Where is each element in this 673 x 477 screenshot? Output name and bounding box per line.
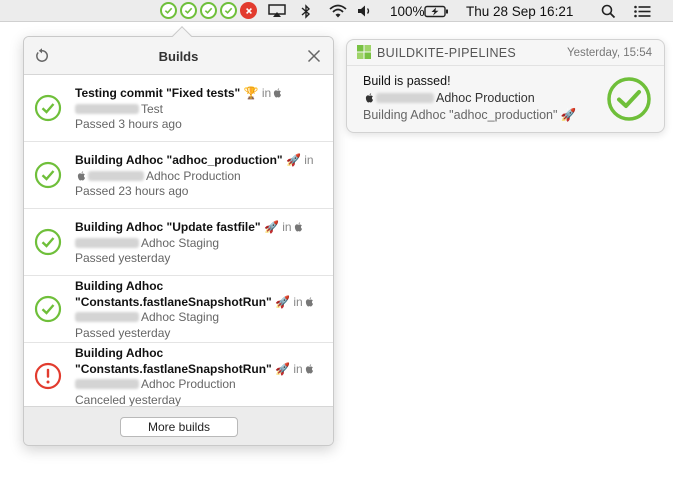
build-row[interactable]: Building Adhoc "Update fastfile" 🚀 in Ad… [24,209,333,276]
passed-check-icon [607,77,651,121]
build-in: in [261,86,272,100]
notification-pipeline: Adhoc Production [436,91,535,105]
notification-header: BUILDKITE-PIPELINES Yesterday, 15:54 [347,40,664,66]
check-icon[interactable] [200,2,217,19]
passed-icon [34,228,62,256]
battery-charging-icon[interactable] [424,3,449,19]
popover-header: Builds [24,37,333,75]
notification-message-line: Building Adhoc "adhoc_production" 🚀 [363,108,577,123]
notification-emoji: 🚀 [560,108,577,122]
build-row[interactable]: Building Adhoc "Constants.fastlaneSnapsh… [24,343,333,408]
notification-app-name: BUILDKITE-PIPELINES [377,46,517,60]
menu-bar: 100% Thu 28 Sep 16:21 [0,0,673,22]
build-pipeline: Adhoc Staging [141,310,220,324]
notification-pipeline-line: Adhoc Production [363,91,535,105]
bluetooth-icon[interactable] [301,3,311,19]
build-in: in [293,361,303,376]
build-emoji: 🏆 [243,86,259,100]
build-notification[interactable]: BUILDKITE-PIPELINES Yesterday, 15:54 Bui… [346,39,665,133]
build-in: in [282,220,292,234]
menu-datetime[interactable]: Thu 28 Sep 16:21 [466,4,573,19]
check-icon[interactable] [220,2,237,19]
build-title: Testing commit "Fixed tests" [75,86,241,100]
check-icon[interactable] [160,2,177,19]
notification-center-icon[interactable] [634,3,651,19]
check-icon[interactable] [180,2,197,19]
build-title: Building Adhoc "Update fastfile" [75,220,261,234]
redacted-org [75,379,139,389]
build-when: Passed yesterday [75,251,171,265]
build-title: Building Adhoc "Constants.fastlaneSnapsh… [75,279,272,309]
canceled-icon [34,362,62,390]
build-pipeline: Adhoc Staging [141,235,220,250]
apple-icon [77,170,86,180]
apple-icon [274,88,282,98]
apple-icon [305,296,313,306]
close-icon[interactable] [305,47,323,65]
redacted-org [88,170,144,181]
more-builds-button[interactable]: More builds [120,417,238,437]
build-row[interactable]: Building Adhoc "adhoc_production" 🚀 in A… [24,142,333,209]
notification-title: Build is passed! [363,74,451,88]
notification-message: Building Adhoc "adhoc_production" [363,108,558,122]
build-pipeline: Adhoc Production [146,168,241,183]
build-when: Passed yesterday [75,325,171,340]
build-when: Passed 3 hours ago [75,117,182,131]
passed-icon [34,94,62,122]
popover-title: Builds [158,49,199,64]
spotlight-search-icon[interactable] [601,3,616,19]
buildkite-status-icons[interactable] [160,2,257,19]
volume-icon[interactable] [357,3,373,19]
battery-percent[interactable]: 100% [390,4,425,19]
build-row[interactable]: Building Adhoc "Constants.fastlaneSnapsh… [24,276,333,343]
build-emoji: 🚀 [263,220,279,234]
builds-popover: Builds Testing commit "Fixed tests" 🏆 in… [23,36,334,446]
build-emoji: 🚀 [275,294,291,309]
build-in: in [293,294,303,309]
wifi-icon[interactable] [329,3,347,19]
build-pipeline: Test [141,101,164,116]
build-pipeline: Adhoc Production [141,377,236,391]
build-emoji: 🚀 [285,153,301,167]
build-row[interactable]: Testing commit "Fixed tests" 🏆 in Test P… [24,75,333,142]
apple-icon [305,363,313,373]
airplay-icon[interactable] [268,3,286,19]
redacted-org [75,103,139,114]
build-title: Building Adhoc "Constants.fastlaneSnapsh… [75,346,272,376]
build-emoji: 🚀 [275,361,291,376]
apple-icon [294,222,302,232]
build-list: Testing commit "Fixed tests" 🏆 in Test P… [24,75,333,408]
redacted-org [376,93,434,103]
notification-time: Yesterday, 15:54 [566,47,652,59]
passed-icon [34,295,62,323]
buildkite-app-icon [357,45,371,59]
passed-icon [34,161,62,189]
apple-icon [365,93,374,103]
redacted-org [75,237,139,248]
build-in: in [304,153,314,167]
x-icon[interactable] [240,2,257,19]
build-title: Building Adhoc "adhoc_production" [75,153,283,167]
redacted-org [75,312,139,322]
popover-footer: More builds [24,406,333,445]
build-when: Passed 23 hours ago [75,184,189,198]
